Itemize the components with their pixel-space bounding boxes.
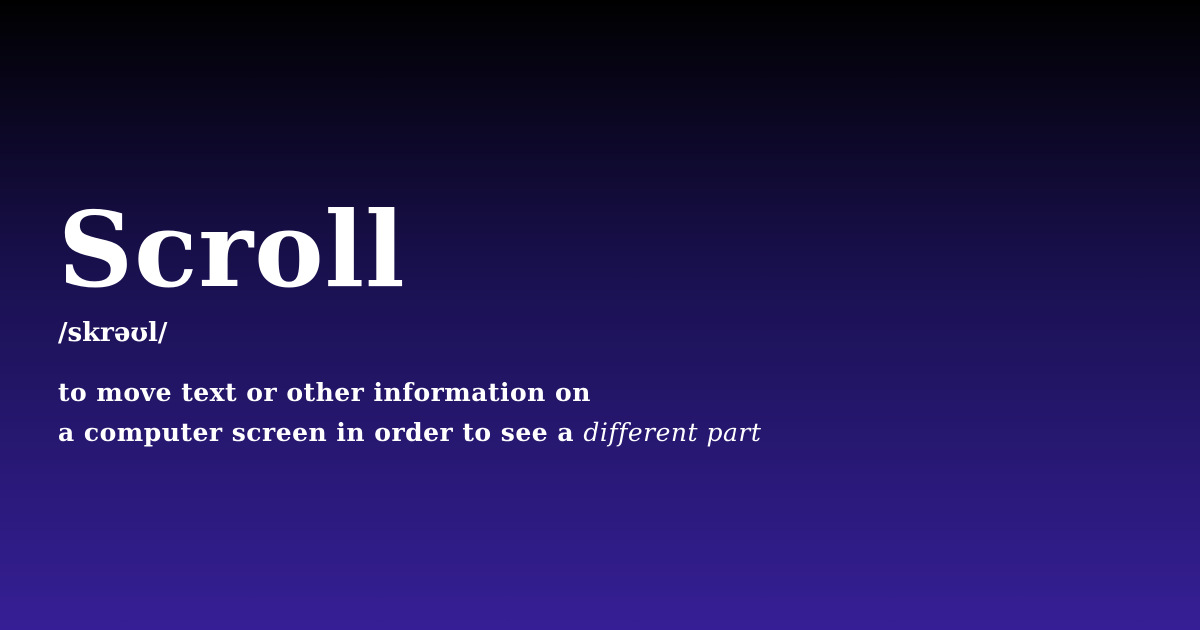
page: { "entry": { "word": "Scroll", "pronunci…: [0, 0, 1200, 630]
headword: Scroll: [58, 188, 406, 311]
dictionary-card: Scroll /skrəʊl/ to move text or other in…: [58, 198, 1158, 453]
pronunciation: /skrəʊl/: [58, 318, 168, 348]
definition: to move text or other information on a c…: [58, 373, 1158, 453]
definition-line-2-text: a computer screen in order to see a: [58, 418, 575, 447]
definition-line-1: to move text or other information on: [58, 378, 591, 407]
definition-emphasis: different part: [583, 418, 762, 447]
definition-line-2: a computer screen in order to see a diff…: [58, 413, 1158, 453]
